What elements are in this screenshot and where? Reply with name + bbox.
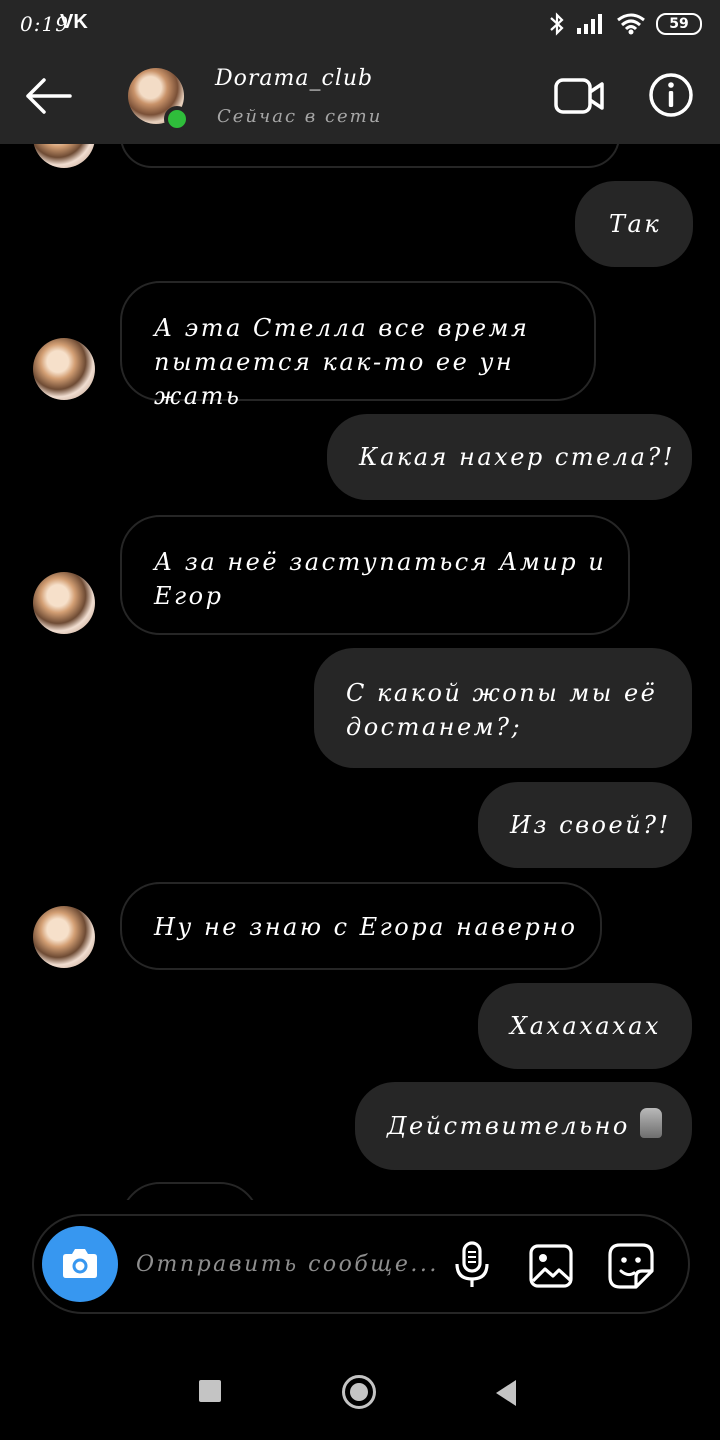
signal-icon <box>577 14 602 34</box>
message-text-line: Егор <box>154 582 224 610</box>
wifi-icon <box>617 13 645 35</box>
message-input[interactable] <box>136 1242 436 1286</box>
video-camera-icon[interactable] <box>553 76 605 116</box>
message-text-line: А за неё заступаться Амир и <box>154 548 607 576</box>
message-bubble[interactable]: Ну не знаю с Егора наверно <box>120 882 602 970</box>
sender-avatar <box>33 338 95 400</box>
message-bubble[interactable]: Действительно <box>355 1082 692 1170</box>
sender-avatar <box>33 572 95 634</box>
message-bubble[interactable]: Из своей?! <box>478 782 692 868</box>
message-bubble-partial <box>120 1182 260 1200</box>
message-text-line: А эта Стелла все время <box>154 314 530 342</box>
battery-level: 59 <box>669 16 689 32</box>
message-bubble[interactable]: А эта Стелла все время пытается как-то е… <box>120 281 596 410</box>
status-icons: 59 <box>548 8 702 40</box>
message-list[interactable]: Так А эта Стелла все время пытается как-… <box>0 144 720 1200</box>
message-text: Из своей?! <box>510 811 671 839</box>
message-text-line: С какой жопы мы её <box>346 679 658 707</box>
message-text: Хахахахах <box>510 1012 661 1040</box>
chat-header: Dorama_club Сейчас в сети <box>0 48 720 144</box>
contact-name[interactable]: Dorama_club <box>215 66 373 91</box>
message-text-line: достанем?; <box>346 713 523 741</box>
system-nav-bar <box>0 1340 720 1440</box>
microphone-icon[interactable] <box>452 1240 492 1290</box>
message-bubble[interactable]: С какой жопы мы её достанем?; <box>314 648 692 768</box>
home-circle-icon[interactable] <box>342 1375 376 1409</box>
message-bubble[interactable]: Хахахахах <box>478 983 692 1069</box>
recents-square-icon[interactable] <box>199 1380 221 1402</box>
message-text: Какая нахер стела?! <box>359 443 675 471</box>
vk-icon: VK <box>60 11 88 33</box>
camera-button[interactable] <box>42 1226 118 1302</box>
message-text: Действительно <box>387 1112 630 1140</box>
status-bar: 0:19 VK 59 <box>0 0 720 48</box>
message-text: Так <box>609 210 662 238</box>
sticker-icon[interactable] <box>606 1241 656 1291</box>
arrow-left-icon[interactable] <box>22 72 74 120</box>
gallery-icon[interactable] <box>528 1243 574 1289</box>
online-indicator <box>164 106 190 132</box>
message-text-line: пытается как-то ее ун жать <box>154 348 515 410</box>
message-bubble-partial <box>120 144 620 168</box>
contact-avatar[interactable] <box>128 68 190 132</box>
sender-avatar <box>33 144 95 168</box>
bluetooth-icon <box>550 12 564 36</box>
message-composer <box>32 1214 690 1314</box>
contact-status: Сейчас в сети <box>217 106 383 127</box>
sender-avatar <box>33 906 95 968</box>
battery-indicator: 59 <box>656 13 702 35</box>
message-bubble[interactable]: А за неё заступаться Амир и Егор <box>120 515 630 635</box>
message-text: Ну не знаю с Егора наверно <box>154 913 578 941</box>
message-bubble[interactable]: Какая нахер стела?! <box>327 414 692 500</box>
camera-icon <box>63 1249 97 1278</box>
back-triangle-icon[interactable] <box>496 1380 516 1406</box>
info-icon[interactable] <box>648 72 694 118</box>
message-bubble[interactable]: Так <box>575 181 693 267</box>
moai-emoji-icon <box>639 1108 662 1138</box>
